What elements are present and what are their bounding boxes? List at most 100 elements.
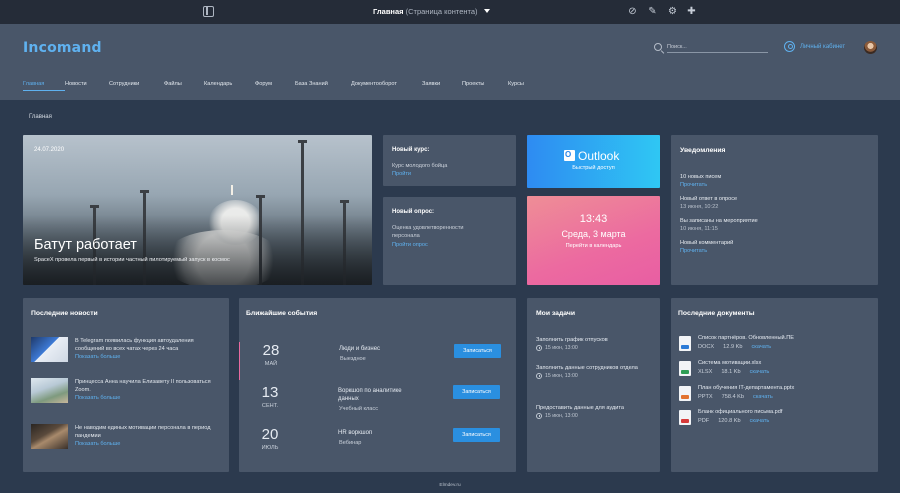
task-item[interactable]: Заполнить график отпусков 15 июн, 13:00 [536,336,656,352]
calendar-link[interactable]: Перейти в календарь [527,243,660,249]
page-selector[interactable]: Главная (Страница контента) [373,7,490,16]
nav-item-document-flow[interactable]: Документооборот [351,81,422,87]
notification-text: Новый ответ в опросе [680,196,738,202]
event-type: Выездное [340,356,366,362]
event-register-button[interactable]: Записаться [453,428,500,442]
news-more-link[interactable]: Показать больше [75,353,223,361]
document-download-link[interactable]: скачать [753,394,773,400]
task-item[interactable]: Заполнить данные сотрудников отдела 15 и… [536,364,656,380]
calendar-card[interactable]: 13:43 Среда, 3 марта Перейти в календарь [527,196,660,285]
document-type: PDF [698,418,710,424]
document-download-link[interactable]: скачать [750,418,770,424]
nav-item-news[interactable]: Новости [65,81,109,87]
event-day: 13 [261,384,279,401]
page-selector-title: Главная [373,7,404,16]
settings-icon[interactable]: ⚙ [667,6,678,17]
notification-link[interactable]: Прочитать [680,247,733,255]
news-text: Принцесса Анна научила Елизавету II поль… [75,378,223,402]
nav-item-files[interactable]: Файлы [164,81,204,87]
my-tasks-card: Мои задачи Заполнить график отпусков 15 … [527,298,660,472]
event-name: Люди и бизнес [339,346,381,352]
nav-item-calendar[interactable]: Календарь [204,81,255,87]
event-type: Вебинар [339,440,362,446]
new-course-link[interactable]: Пройти [392,170,411,178]
cabinet-link[interactable]: Личный кабинет [784,41,845,52]
notification-item[interactable]: Новый комментарий Прочитать [680,239,733,255]
calendar-time: 13:43 [579,213,608,225]
latest-news-title: Последние новости [31,310,98,317]
event-row[interactable]: 13 СЕНТ. Воркшоп по аналитике данных Уче… [239,384,516,422]
nav-item-knowledge-base[interactable]: База Знаний [295,81,351,87]
document-item[interactable]: План обучения IT-департамента.pptx PPTX 7… [679,385,874,407]
nav-item-requests[interactable]: Заявки [422,81,462,87]
sidebar-toggle-icon[interactable] [203,6,214,17]
event-month: СЕНТ. [261,403,279,409]
event-row[interactable]: 28 МАЙ Люди и бизнес Выездное Записаться [239,342,516,380]
document-name[interactable]: Список партнёров. Обновленный.ПЕ [698,335,794,341]
document-download-link[interactable]: скачать [750,369,770,375]
document-download-link[interactable]: скачать [751,344,771,350]
avatar[interactable] [864,41,877,54]
document-item[interactable]: Список партнёров. Обновленный.ПЕ DOCX 12.… [679,335,874,357]
plugin-icon[interactable]: ✚ [686,6,697,17]
task-due: 15 июн, 13:00 [536,372,656,380]
latest-documents-title: Последние документы [678,310,755,317]
event-name: HR воркшоп [338,430,373,436]
outlook-card[interactable]: Outlook Быстрый доступ [527,135,660,188]
xlsx-file-icon [679,361,691,376]
task-item[interactable]: Предоставить данные для аудита 15 июн, 1… [536,404,656,420]
nav-item-projects[interactable]: Проекты [462,81,508,87]
news-more-link[interactable]: Показать больше [75,394,223,402]
notification-item[interactable]: Вы записаны на мероприятие 10 июня, 11:1… [680,217,758,233]
event-day: 20 [261,426,279,443]
new-poll-link[interactable]: Пройти опрос [392,241,428,249]
notification-time: 10 июня, 11:15 [680,226,718,232]
document-name[interactable]: Бланк официального письма.pdf [698,409,782,415]
search-input[interactable] [667,41,768,53]
document-type: PPTX [698,394,713,400]
hero-news-card[interactable]: 24.07.2020 Батут работает SpaceX провела… [23,135,372,285]
document-meta: PPTX 758.4 Kb скачать [698,394,782,400]
document-size: 12.9 Kb [723,344,743,350]
search-icon[interactable] [654,43,662,51]
nav-item-employees[interactable]: Сотрудники [109,81,164,87]
docx-file-icon [679,336,691,351]
document-name[interactable]: Система мотивации.xlsx [698,360,761,366]
breadcrumb[interactable]: Главная [29,114,52,120]
new-poll-title: Новый опрос: [392,209,435,215]
news-more-link[interactable]: Показать больше [75,440,223,448]
hero-rocket [231,185,233,195]
logo[interactable]: Incomand [23,40,102,56]
footer-credit[interactable]: Elmdev.ru [0,483,900,488]
outlook-icon [564,150,575,161]
nav-item-courses[interactable]: Курсы [508,81,538,87]
document-type: DOCX [698,344,715,350]
notification-item[interactable]: Новый ответ в опросе 13 июня, 10:22 [680,195,737,211]
hero-text: SpaceX провела первый в истории частный … [34,257,230,263]
hero-title[interactable]: Батут работает [34,237,137,253]
document-meta: PDF 120.8 Kb скачать [698,418,778,424]
visibility-off-icon[interactable]: ⊘ [627,6,638,17]
event-row[interactable]: 20 ИЮЛЬ HR воркшоп Вебинар Записаться [239,426,516,464]
event-type: Учебный класс [339,406,378,412]
clock-icon [536,373,542,379]
nav-item-home[interactable]: Главная [23,81,65,91]
notification-link[interactable]: Прочитать [680,181,721,189]
document-size: 758.4 Kb [721,394,745,400]
chevron-down-icon [483,9,490,13]
document-name[interactable]: План обучения IT-департамента.pptx [698,385,794,391]
new-course-name: Курс молодого бойца [392,163,448,169]
document-item[interactable]: Бланк официального письма.pdf PDF 120.8 K… [679,409,874,431]
pdf-file-icon [679,410,691,425]
document-item[interactable]: Система мотивации.xlsx XLSX 18.1 Kb скачат… [679,360,874,382]
event-register-button[interactable]: Записаться [454,344,501,358]
event-register-button[interactable]: Записаться [453,385,500,399]
nav-item-forum[interactable]: Форум [255,81,295,87]
news-headline: Не наводим единых мотивации персонала в … [75,425,211,439]
new-poll-card: Новый опрос: Оценка удовлетворенности пе… [383,197,516,285]
pencil-icon[interactable]: ✎ [647,6,658,17]
task-text: Заполнить данные сотрудников отдела [536,365,638,371]
notification-item[interactable]: 10 новых писем Прочитать [680,173,721,189]
main-nav: Главная Новости Сотрудники Файлы Календа… [23,81,538,91]
task-text: Заполнить график отпусков [536,337,608,343]
